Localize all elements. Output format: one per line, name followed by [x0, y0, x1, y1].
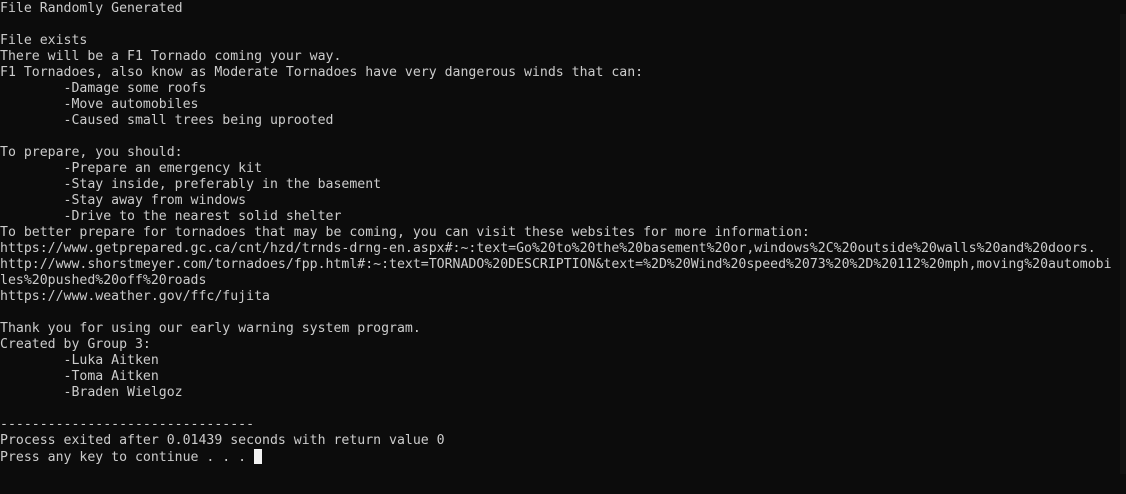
console-line: -Stay away from windows	[0, 193, 247, 208]
console-url-line: http://www.shorstmeyer.com/tornadoes/fpp…	[0, 257, 1112, 272]
console-line: Created by Group 3:	[0, 337, 151, 352]
console-line: F1 Tornadoes, also know as Moderate Torn…	[0, 65, 644, 80]
console-line: -Toma Aitken	[0, 369, 159, 384]
console-line: File exists	[0, 33, 88, 48]
console-output[interactable]: File Randomly Generated File exists Ther…	[0, 0, 1120, 494]
console-line: -Prepare an emergency kit	[0, 161, 263, 176]
console-line: File Randomly Generated	[0, 1, 183, 16]
console-url-line: https://www.getprepared.gc.ca/cnt/hzd/tr…	[0, 241, 1096, 256]
console-line: -Caused small trees being uprooted	[0, 113, 334, 128]
prompt-line[interactable]: Press any key to continue . . .	[0, 449, 1120, 465]
console-line: -Luka Aitken	[0, 353, 159, 368]
process-exit-line: Process exited after 0.01439 seconds wit…	[0, 433, 445, 448]
scrollbar-thumb[interactable]	[1120, 14, 1126, 474]
console-line: -Stay inside, preferably in the basement	[0, 177, 382, 192]
console-url-line: https://www.weather.gov/ffc/fujita	[0, 289, 270, 304]
console-line: -Drive to the nearest solid shelter	[0, 209, 342, 224]
console-line: Thank you for using our early warning sy…	[0, 321, 421, 336]
prompt-text: Press any key to continue . . .	[0, 450, 255, 465]
separator-line: --------------------------------	[0, 417, 255, 432]
vertical-scrollbar[interactable]	[1120, 0, 1126, 494]
console-line: There will be a F1 Tornado coming your w…	[0, 49, 342, 64]
console-url-line: les%20pushed%20off%20roads	[0, 273, 207, 288]
console-line: -Damage some roofs	[0, 81, 207, 96]
console-line: -Move automobiles	[0, 97, 199, 112]
text-cursor	[254, 449, 263, 464]
console-line: -Braden Wielgoz	[0, 385, 183, 400]
console-line: To prepare, you should:	[0, 145, 183, 160]
console-line: To better prepare for tornadoes that may…	[0, 225, 810, 240]
